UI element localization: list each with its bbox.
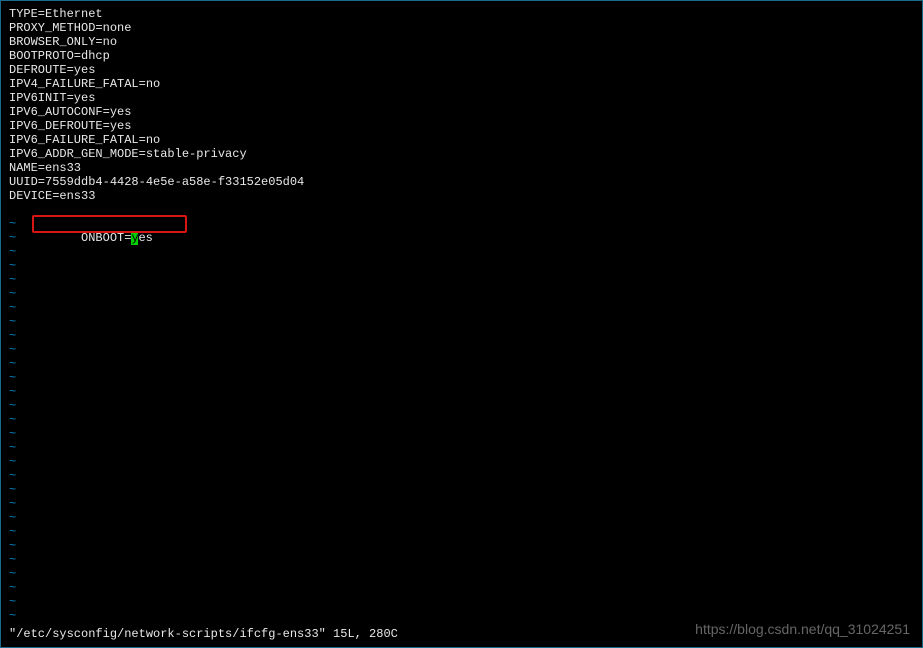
onboot-suffix: es: [138, 231, 152, 245]
vim-tilde: ~: [9, 371, 914, 385]
vim-tilde: ~: [9, 483, 914, 497]
vim-tilde: ~: [9, 357, 914, 371]
vim-tilde: ~: [9, 511, 914, 525]
vim-tilde: ~: [9, 399, 914, 413]
config-line: PROXY_METHOD=none: [9, 21, 914, 35]
vim-tilde: ~: [9, 455, 914, 469]
vim-tilde: ~: [9, 273, 914, 287]
vim-editor-content[interactable]: TYPE=Ethernet PROXY_METHOD=none BROWSER_…: [1, 1, 922, 629]
config-line: IPV6_AUTOCONF=yes: [9, 105, 914, 119]
vim-tilde: ~: [9, 567, 914, 581]
config-line: IPV4_FAILURE_FATAL=no: [9, 77, 914, 91]
vim-tilde: ~: [9, 427, 914, 441]
config-line-highlighted: ONBOOT=yes: [9, 203, 914, 217]
config-line: IPV6_ADDR_GEN_MODE=stable-privacy: [9, 147, 914, 161]
vim-tilde: ~: [9, 553, 914, 567]
vim-tilde: ~: [9, 385, 914, 399]
config-line: BOOTPROTO=dhcp: [9, 49, 914, 63]
config-line: IPV6INIT=yes: [9, 91, 914, 105]
vim-tilde: ~: [9, 343, 914, 357]
vim-tilde: ~: [9, 595, 914, 609]
onboot-prefix: ONBOOT=: [81, 231, 131, 245]
vim-tilde: ~: [9, 287, 914, 301]
vim-tilde: ~: [9, 301, 914, 315]
vim-tilde: ~: [9, 525, 914, 539]
vim-status-line: "/etc/sysconfig/network-scripts/ifcfg-en…: [9, 627, 398, 641]
config-line: BROWSER_ONLY=no: [9, 35, 914, 49]
watermark-text: https://blog.csdn.net/qq_31024251: [695, 621, 910, 637]
vim-tilde: ~: [9, 441, 914, 455]
config-line: UUID=7559ddb4-4428-4e5e-a58e-f33152e05d0…: [9, 175, 914, 189]
vim-tilde: ~: [9, 497, 914, 511]
config-line: TYPE=Ethernet: [9, 7, 914, 21]
config-line: DEFROUTE=yes: [9, 63, 914, 77]
config-line: DEVICE=ens33: [9, 189, 914, 203]
vim-tilde: ~: [9, 539, 914, 553]
config-line: IPV6_DEFROUTE=yes: [9, 119, 914, 133]
config-line: NAME=ens33: [9, 161, 914, 175]
vim-tilde: ~: [9, 315, 914, 329]
config-line: IPV6_FAILURE_FATAL=no: [9, 133, 914, 147]
vim-tilde: ~: [9, 581, 914, 595]
vim-tilde: ~: [9, 413, 914, 427]
vim-tilde: ~: [9, 329, 914, 343]
vim-tilde: ~: [9, 469, 914, 483]
